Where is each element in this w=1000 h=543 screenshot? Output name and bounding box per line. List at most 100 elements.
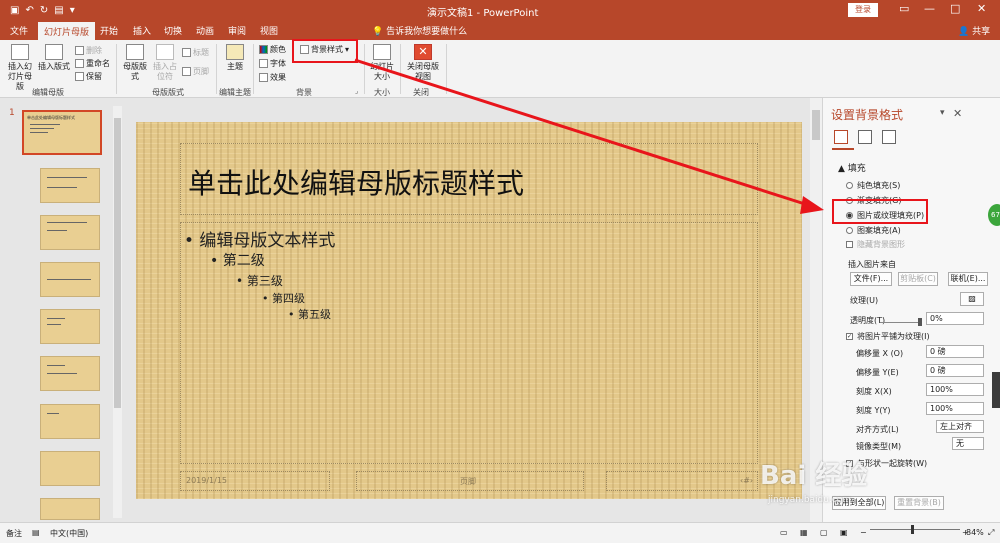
dialog-launcher-icon[interactable]: ⌟ xyxy=(355,87,358,95)
fill-section-header[interactable]: ▲ 填充 xyxy=(838,161,866,174)
zoom-level[interactable]: 84% xyxy=(966,528,984,537)
thumbnail-layout[interactable] xyxy=(40,498,100,520)
master-layout-button[interactable]: 母版版式 xyxy=(122,44,148,82)
scrollbar-thumb[interactable] xyxy=(114,118,121,408)
radio-icon xyxy=(846,182,853,189)
pattern-fill-radio[interactable]: 图案填充(A) xyxy=(846,225,901,236)
thumbnail-layout[interactable] xyxy=(40,356,100,391)
minimize-icon[interactable]: — xyxy=(924,2,935,15)
login-button[interactable]: 登录 xyxy=(848,3,878,17)
maximize-icon[interactable]: □ xyxy=(950,2,960,15)
insert-placeholder-button[interactable]: 插入占位符 xyxy=(152,44,178,82)
transparency-input[interactable]: 0% xyxy=(926,312,984,325)
fill-icon[interactable] xyxy=(834,130,848,144)
undo-icon[interactable]: ↶ xyxy=(25,5,33,16)
thumbnail-line xyxy=(47,318,65,319)
mirror-type-dropdown[interactable]: 无 xyxy=(952,437,984,450)
start-from-beginning-icon[interactable]: ▤ xyxy=(54,5,63,16)
tab-file[interactable]: 文件 xyxy=(10,24,28,37)
pane-options-icon[interactable]: ▾ xyxy=(940,108,945,118)
fit-to-window-icon[interactable]: ⤢ xyxy=(988,528,994,538)
language-indicator[interactable]: 中文(中国) xyxy=(50,528,88,539)
theme-button[interactable]: 主题 xyxy=(222,44,248,72)
slide-size-button[interactable]: 幻灯片大小 xyxy=(368,44,396,82)
slide-sorter-icon[interactable]: ▦ xyxy=(800,528,808,537)
zoom-out-icon[interactable]: − xyxy=(860,528,867,537)
body-placeholder[interactable] xyxy=(180,222,758,464)
tab-review[interactable]: 审阅 xyxy=(228,24,246,37)
thumbnail-layout[interactable] xyxy=(40,215,100,250)
tab-transitions[interactable]: 切换 xyxy=(164,24,182,37)
thumbnail-layout[interactable] xyxy=(40,309,100,344)
reading-view-icon[interactable]: ▢ xyxy=(820,528,828,537)
tab-view[interactable]: 视图 xyxy=(260,24,278,37)
transparency-slider-handle[interactable] xyxy=(918,318,922,326)
clipboard-button[interactable]: 剪贴板(C) xyxy=(898,272,938,286)
alignment-dropdown[interactable]: 左上对齐 xyxy=(936,420,984,433)
thumbnail-layout[interactable] xyxy=(40,451,100,486)
zoom-slider-handle[interactable] xyxy=(911,525,914,534)
thumbnails-scrollbar[interactable] xyxy=(113,106,122,518)
layout-icon xyxy=(45,44,63,60)
pane-scrollbar-thumb[interactable] xyxy=(992,372,1000,408)
insert-picture-from-label: 插入图片来自 xyxy=(848,260,896,269)
tab-insert[interactable]: 插入 xyxy=(133,24,151,37)
picture-icon[interactable] xyxy=(882,130,896,144)
thumbnail-master[interactable]: 单击此处编辑母版标题样式 xyxy=(22,110,102,155)
hide-background-graphics-checkbox[interactable]: 隐藏背景图形 xyxy=(846,239,905,250)
insert-layout-button[interactable]: 插入版式 xyxy=(38,44,70,72)
notes-button[interactable]: 备注 xyxy=(6,528,22,539)
thumbnail-layout[interactable] xyxy=(40,168,100,203)
customize-qat-icon[interactable]: ▾ xyxy=(70,5,75,16)
close-master-view-button[interactable]: ✕ 关闭母版视图 xyxy=(405,44,441,82)
transparency-slider-track[interactable] xyxy=(880,322,918,323)
scale-y-input[interactable]: 100% xyxy=(926,402,984,415)
offset-y-input[interactable]: 0 磅 xyxy=(926,364,984,377)
tab-slide-master[interactable]: 幻灯片母版 xyxy=(38,22,96,40)
scrollbar-thumb[interactable] xyxy=(812,110,820,140)
zoom-slider-track[interactable] xyxy=(870,529,960,530)
quick-access-toolbar: ▣ ↶ ↻ ▤ ▾ xyxy=(0,5,75,16)
file-button[interactable]: 文件(F)... xyxy=(850,272,892,286)
scale-x-input[interactable]: 100% xyxy=(926,383,984,396)
delete-icon xyxy=(75,46,84,55)
page-number-placeholder[interactable] xyxy=(606,471,758,491)
bullet-level-3: • 第三级 xyxy=(236,274,283,288)
tell-me-search[interactable]: 💡 告诉我你想要做什么 xyxy=(372,24,467,37)
tab-home[interactable]: 开始 xyxy=(100,24,118,37)
solid-fill-radio[interactable]: 纯色填充(S) xyxy=(846,180,900,191)
slideshow-icon[interactable]: ▣ xyxy=(840,528,848,537)
thumbnail-layout[interactable] xyxy=(40,262,100,297)
effects-pentagon-icon[interactable] xyxy=(858,130,872,144)
footer-chk-label: 页脚 xyxy=(193,67,209,76)
fonts-button[interactable]: 字体 xyxy=(259,58,286,69)
texture-icon: ▨ xyxy=(968,294,976,303)
redo-icon[interactable]: ↻ xyxy=(40,5,48,16)
ribbon-display-options-icon[interactable]: ▭ xyxy=(899,2,909,15)
accessibility-icon[interactable]: ▤ xyxy=(32,528,40,537)
rename-button[interactable]: 重命名 xyxy=(75,58,110,69)
save-icon[interactable]: ▣ xyxy=(10,5,19,16)
share-button[interactable]: 👤 共享 xyxy=(958,24,990,37)
texture-picker-button[interactable]: ▨ xyxy=(960,292,984,306)
slide-number: 1 xyxy=(9,108,15,118)
offset-x-input[interactable]: 0 磅 xyxy=(926,345,984,358)
title-checkbox[interactable]: 标题 xyxy=(182,47,209,58)
pane-close-icon[interactable]: ✕ xyxy=(953,107,962,120)
tab-animations[interactable]: 动画 xyxy=(196,24,214,37)
normal-view-icon[interactable]: ▭ xyxy=(780,528,788,537)
preserve-button[interactable]: 保留 xyxy=(75,71,102,82)
tile-as-texture-checkbox[interactable]: ✓ 将图片平铺为纹理(I) xyxy=(846,331,930,342)
close-icon[interactable]: ✕ xyxy=(977,2,986,15)
insert-slide-master-button[interactable]: 插入幻灯片母版 xyxy=(5,44,35,92)
thumbnail-line xyxy=(47,279,91,280)
delete-label: 删除 xyxy=(86,46,102,55)
thumbnail-layout[interactable] xyxy=(40,404,100,439)
delete-button[interactable]: 删除 xyxy=(75,45,102,56)
floating-badge[interactable]: 67 xyxy=(988,204,1000,226)
footer-checkbox[interactable]: 页脚 xyxy=(182,66,209,77)
palette-icon xyxy=(259,45,268,54)
colors-button[interactable]: 颜色 xyxy=(259,44,286,55)
online-button[interactable]: 联机(E)... xyxy=(948,272,988,286)
effects-button[interactable]: 效果 xyxy=(259,72,286,83)
